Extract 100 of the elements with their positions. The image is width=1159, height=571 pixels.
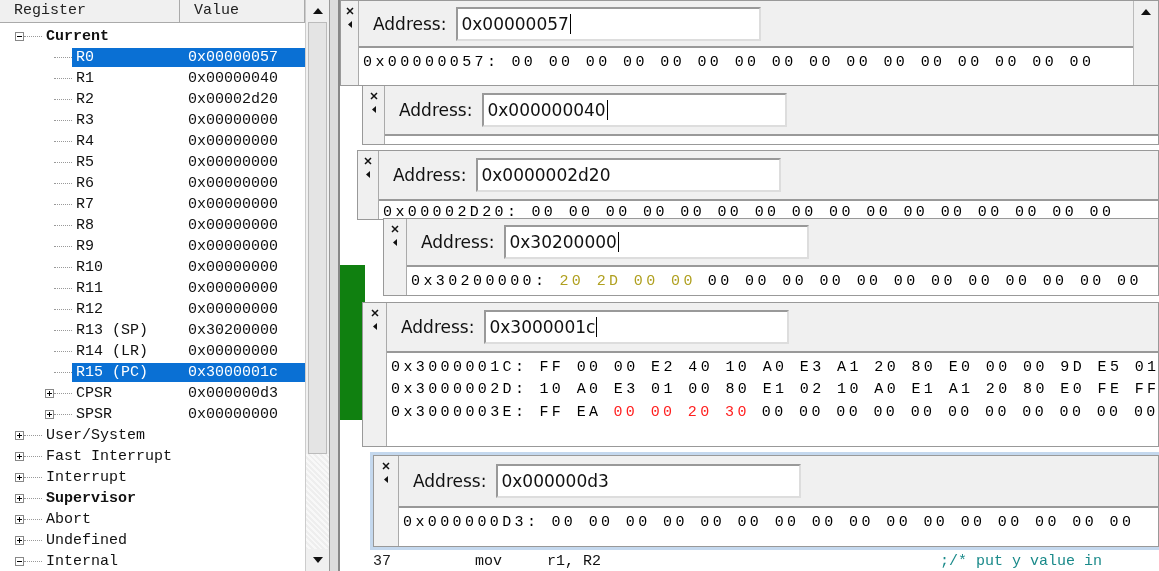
address-field[interactable]: 0x0000002d20 bbox=[476, 158, 782, 192]
register-group: Abort bbox=[46, 511, 91, 528]
register-row[interactable]: Fast Interrupt bbox=[42, 447, 305, 466]
register-value: 0x3000001c bbox=[188, 364, 278, 381]
register-row[interactable]: R5 0x00000000 bbox=[72, 153, 305, 172]
register-row[interactable]: Current bbox=[42, 27, 305, 46]
register-name: R0 bbox=[76, 49, 95, 66]
memory-bytes: 00 00 00 00 00 00 00 00 00 00 00 bbox=[761, 403, 1158, 421]
close-icon[interactable] bbox=[345, 7, 354, 15]
register-row[interactable]: R8 0x00000000 bbox=[72, 216, 305, 235]
address-field[interactable]: 0x30200000 bbox=[504, 225, 810, 259]
address-field[interactable]: 0x3000001c bbox=[484, 310, 790, 344]
register-name: R6 bbox=[76, 175, 95, 192]
register-name: R14 (LR) bbox=[76, 343, 149, 360]
register-row[interactable]: Supervisor bbox=[42, 489, 305, 508]
code-comment: ;/* put y value in bbox=[940, 552, 1103, 570]
caret-left-icon[interactable] bbox=[366, 171, 370, 178]
register-value: 0x00002d20 bbox=[188, 91, 278, 108]
register-row[interactable]: R6 0x00000000 bbox=[72, 174, 305, 193]
caret-left-icon[interactable] bbox=[393, 239, 397, 246]
register-row[interactable]: R7 0x00000000 bbox=[72, 195, 305, 214]
register-value: 0x00000000 bbox=[188, 343, 278, 360]
expand-icon[interactable] bbox=[45, 410, 54, 419]
expand-icon[interactable] bbox=[15, 431, 24, 440]
register-name: R11 bbox=[76, 280, 104, 297]
expand-icon[interactable] bbox=[15, 473, 24, 482]
caret-left-icon[interactable] bbox=[347, 21, 352, 28]
register-value: 0x30200000 bbox=[188, 322, 278, 339]
memory-bytes: 20 2D 00 00 bbox=[559, 272, 696, 290]
close-icon[interactable] bbox=[364, 157, 372, 165]
register-row[interactable]: Undefined bbox=[42, 531, 305, 550]
register-row[interactable]: R1 0x00000040 bbox=[72, 69, 305, 88]
register-value: 0x00000000 bbox=[188, 112, 278, 129]
expand-icon[interactable] bbox=[15, 515, 24, 524]
scroll-down-icon[interactable] bbox=[312, 557, 323, 563]
register-row[interactable]: R15 (PC) 0x3000001c bbox=[72, 363, 305, 382]
caret-left-icon[interactable] bbox=[371, 106, 376, 113]
register-row[interactable]: R2 0x00002d20 bbox=[72, 90, 305, 109]
expand-icon[interactable] bbox=[15, 536, 24, 545]
address-label: Address: bbox=[393, 165, 467, 185]
register-name: R1 bbox=[76, 70, 95, 87]
register-row[interactable]: R4 0x00000000 bbox=[72, 132, 305, 151]
splitter-bar[interactable] bbox=[330, 0, 340, 571]
register-value: 0x00000000 bbox=[188, 196, 278, 213]
register-row[interactable]: SPSR 0x00000000 bbox=[72, 405, 305, 424]
register-group: Current bbox=[46, 28, 109, 45]
register-group: Interrupt bbox=[46, 469, 127, 486]
scroll-up-icon[interactable] bbox=[1141, 9, 1151, 15]
column-header[interactable]: Register bbox=[0, 0, 180, 22]
memory-bytes: 00 00 20 30 bbox=[613, 403, 750, 421]
register-row[interactable]: CPSR 0x000000d3 bbox=[72, 384, 305, 403]
close-icon[interactable] bbox=[382, 462, 390, 470]
expand-icon[interactable] bbox=[45, 389, 54, 398]
register-row[interactable]: R10 0x00000000 bbox=[72, 258, 305, 277]
memory-bytes: 00 00 00 00 00 00 00 00 00 00 00 00 00 00 00 00 bbox=[551, 513, 1135, 531]
register-row[interactable]: Interrupt bbox=[42, 468, 305, 487]
register-row[interactable]: Internal bbox=[42, 552, 305, 571]
address-label: Address: bbox=[413, 471, 487, 491]
collapse-icon[interactable] bbox=[15, 32, 24, 41]
register-value: 0x00000000 bbox=[188, 280, 278, 297]
register-row[interactable]: R12 0x00000000 bbox=[72, 300, 305, 319]
close-icon[interactable] bbox=[370, 309, 379, 317]
register-row[interactable]: R9 0x00000000 bbox=[72, 237, 305, 256]
expand-icon[interactable] bbox=[15, 452, 24, 461]
register-value: 0x00000040 bbox=[188, 70, 278, 87]
scroll-up-icon[interactable] bbox=[312, 8, 323, 14]
register-name: R12 bbox=[76, 301, 104, 318]
register-value: 0x00000000 bbox=[188, 217, 278, 234]
memory-address: 0x00000057: bbox=[363, 53, 500, 71]
expand-icon[interactable] bbox=[15, 494, 24, 503]
register-row[interactable]: R0 0x00000057 bbox=[72, 48, 305, 67]
scroll-thumb[interactable] bbox=[308, 22, 327, 454]
collapse-icon[interactable] bbox=[15, 557, 24, 566]
line-number: 37 bbox=[372, 552, 392, 570]
register-value: 0x00000000 bbox=[188, 406, 278, 423]
register-value: 0x00000000 bbox=[188, 301, 278, 318]
register-value: 0x00000000 bbox=[188, 238, 278, 255]
register-row[interactable]: R3 0x00000000 bbox=[72, 111, 305, 130]
register-row[interactable]: R13 (SP) 0x30200000 bbox=[72, 321, 305, 340]
caret-left-icon[interactable] bbox=[372, 323, 377, 330]
caret-left-icon[interactable] bbox=[384, 476, 388, 483]
register-group: Internal bbox=[46, 553, 118, 570]
address-field[interactable]: 0x000000d3 bbox=[496, 464, 802, 498]
register-name: R9 bbox=[76, 238, 95, 255]
register-row[interactable]: R11 0x00000000 bbox=[72, 279, 305, 298]
register-group: Fast Interrupt bbox=[46, 448, 173, 465]
register-name: R15 (PC) bbox=[76, 364, 149, 381]
register-row[interactable]: R14 (LR) 0x00000000 bbox=[72, 342, 305, 361]
address-field[interactable]: 0x00000057 bbox=[456, 6, 762, 41]
close-icon[interactable] bbox=[369, 92, 378, 100]
memory-address: 0x000000D3: bbox=[403, 513, 540, 531]
address-field[interactable]: 0x000000040 bbox=[482, 93, 788, 127]
register-row[interactable]: User/System bbox=[42, 426, 305, 445]
close-icon[interactable] bbox=[391, 225, 399, 233]
register-value: 0x00000057 bbox=[188, 49, 278, 66]
register-value: 0x00000000 bbox=[188, 175, 278, 192]
memory-bytes: 10 A0 E3 01 00 80 E1 02 10 A0 E1 A1 20 80 E0 FE FF bbox=[539, 381, 1158, 399]
register-name: R10 bbox=[76, 259, 104, 276]
register-value: 0x00000000 bbox=[188, 259, 278, 276]
register-row[interactable]: Abort bbox=[42, 510, 305, 529]
